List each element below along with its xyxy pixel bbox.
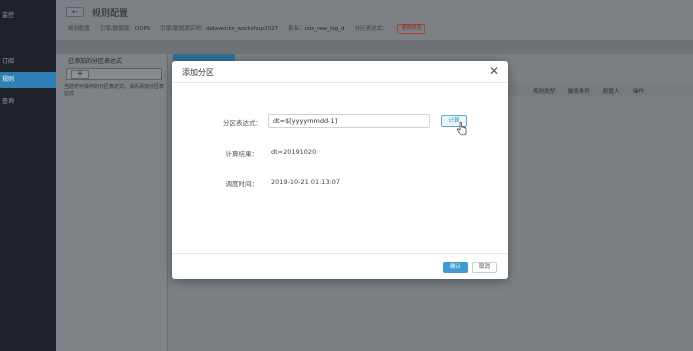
table-info: 表名：ods_raw_log_d: [287, 26, 345, 32]
nav-item-subscribe[interactable]: 订阅: [0, 54, 56, 70]
column-header: 操作: [633, 89, 645, 95]
partition-expression-input[interactable]: dt=$[yyyymmdd-1]: [268, 114, 430, 128]
column-header: 配置人: [603, 89, 620, 95]
cancel-button[interactable]: 取消: [472, 262, 497, 273]
schedule-value: 2019-10-21 01:13:07: [271, 178, 341, 186]
nav-item-rules[interactable]: 规则: [0, 72, 56, 88]
dialog-title: 添加分区: [182, 68, 214, 77]
tab-strip: [56, 40, 693, 54]
pointer-cursor-icon: [456, 122, 467, 136]
dialog-footer: 确认 取消: [172, 253, 508, 279]
result-label: 计算结果：: [225, 150, 259, 158]
left-nav: 监控 订阅 规则 查询: [0, 0, 56, 351]
instance-info: 引擎/数据源实例：dataworks_workshop2027: [160, 26, 278, 32]
column-header: 规则类型: [533, 89, 556, 95]
dialog-header: 添加分区 ✕: [172, 61, 508, 83]
close-icon[interactable]: ✕: [489, 64, 499, 78]
partition-list-title: 已添加的分区表达式: [68, 58, 123, 65]
page-header: ← 规则配置 规则配置 引擎/数据源：ODPS 引擎/数据源实例：datawor…: [56, 0, 693, 40]
back-button[interactable]: ←: [66, 7, 84, 17]
confirm-button[interactable]: 确认: [443, 262, 468, 273]
column-header: 触发条件: [568, 89, 591, 95]
update-rule-button[interactable]: 更新规则: [397, 24, 426, 34]
nav-item-query[interactable]: 查询: [0, 94, 56, 110]
breadcrumb: 规则配置: [68, 26, 91, 32]
engine-info: 引擎/数据源：ODPS: [100, 26, 151, 32]
meta-row: 规则配置 引擎/数据源：ODPS 引擎/数据源实例：dataworks_work…: [68, 24, 426, 34]
page-title: 规则配置: [92, 9, 129, 19]
add-partition-button[interactable]: +: [71, 70, 89, 79]
add-partition-dialog: 添加分区 ✕ 分区表达式： dt=$[yyyymmdd-1] 计算 计算结果： …: [172, 61, 508, 279]
partition-info: 分区表达式：: [354, 26, 388, 32]
schedule-label: 调度时间：: [225, 180, 259, 188]
nav-top-label[interactable]: 监控: [0, 10, 56, 24]
empty-hint: 当前无可操作的分区表达式，请先添加分区表达式: [64, 84, 165, 97]
partition-list-panel: 已添加的分区表达式 + 当前无可操作的分区表达式，请先添加分区表达式: [56, 54, 168, 351]
expr-label: 分区表达式：: [223, 119, 262, 127]
add-partition-row: +: [66, 68, 162, 80]
result-value: dt=20191020: [271, 148, 317, 156]
